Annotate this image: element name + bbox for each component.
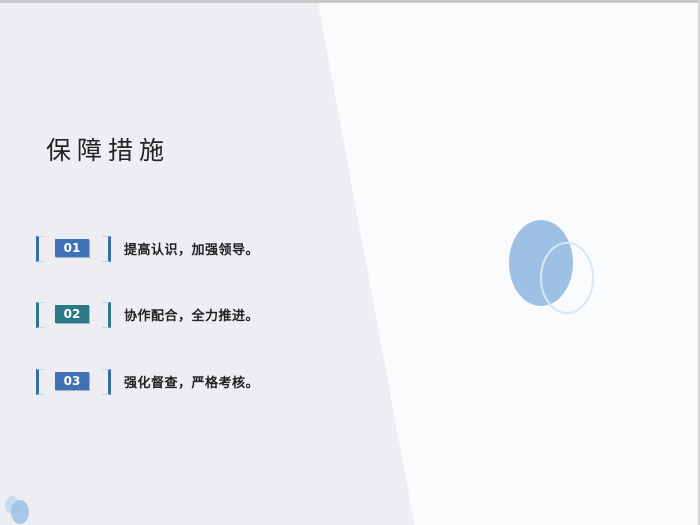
- right-bracket: [102, 369, 111, 395]
- page-title: 保障措施: [46, 136, 171, 165]
- small-corner-circle: [11, 500, 29, 524]
- item-text: 协作配合，全力推进。: [124, 309, 260, 324]
- item-text: 强化督查，严格考核。: [124, 376, 260, 391]
- right-bracket: [102, 302, 111, 328]
- left-bracket: [36, 369, 45, 395]
- number-badge: 01: [55, 239, 89, 257]
- left-bracket: [36, 302, 45, 328]
- number-badge: 03: [55, 372, 89, 390]
- slide-canvas: 保障措施 01 提高认识，加强领导。 02 协作配合，全力推进。 03 强化督查…: [0, 0, 700, 525]
- left-bracket: [36, 236, 45, 262]
- large-blue-circle: [509, 220, 573, 306]
- list-item-2: 02 协作配合，全力推进。: [36, 302, 336, 328]
- number-badge: 02: [55, 305, 89, 323]
- list-item-3: 03 强化督查，严格考核。: [36, 369, 336, 395]
- list-item-1: 01 提高认识，加强领导。: [36, 236, 336, 262]
- right-bracket: [102, 236, 111, 262]
- item-text: 提高认识，加强领导。: [124, 243, 260, 258]
- slanted-gray-panel: [0, 3, 594, 525]
